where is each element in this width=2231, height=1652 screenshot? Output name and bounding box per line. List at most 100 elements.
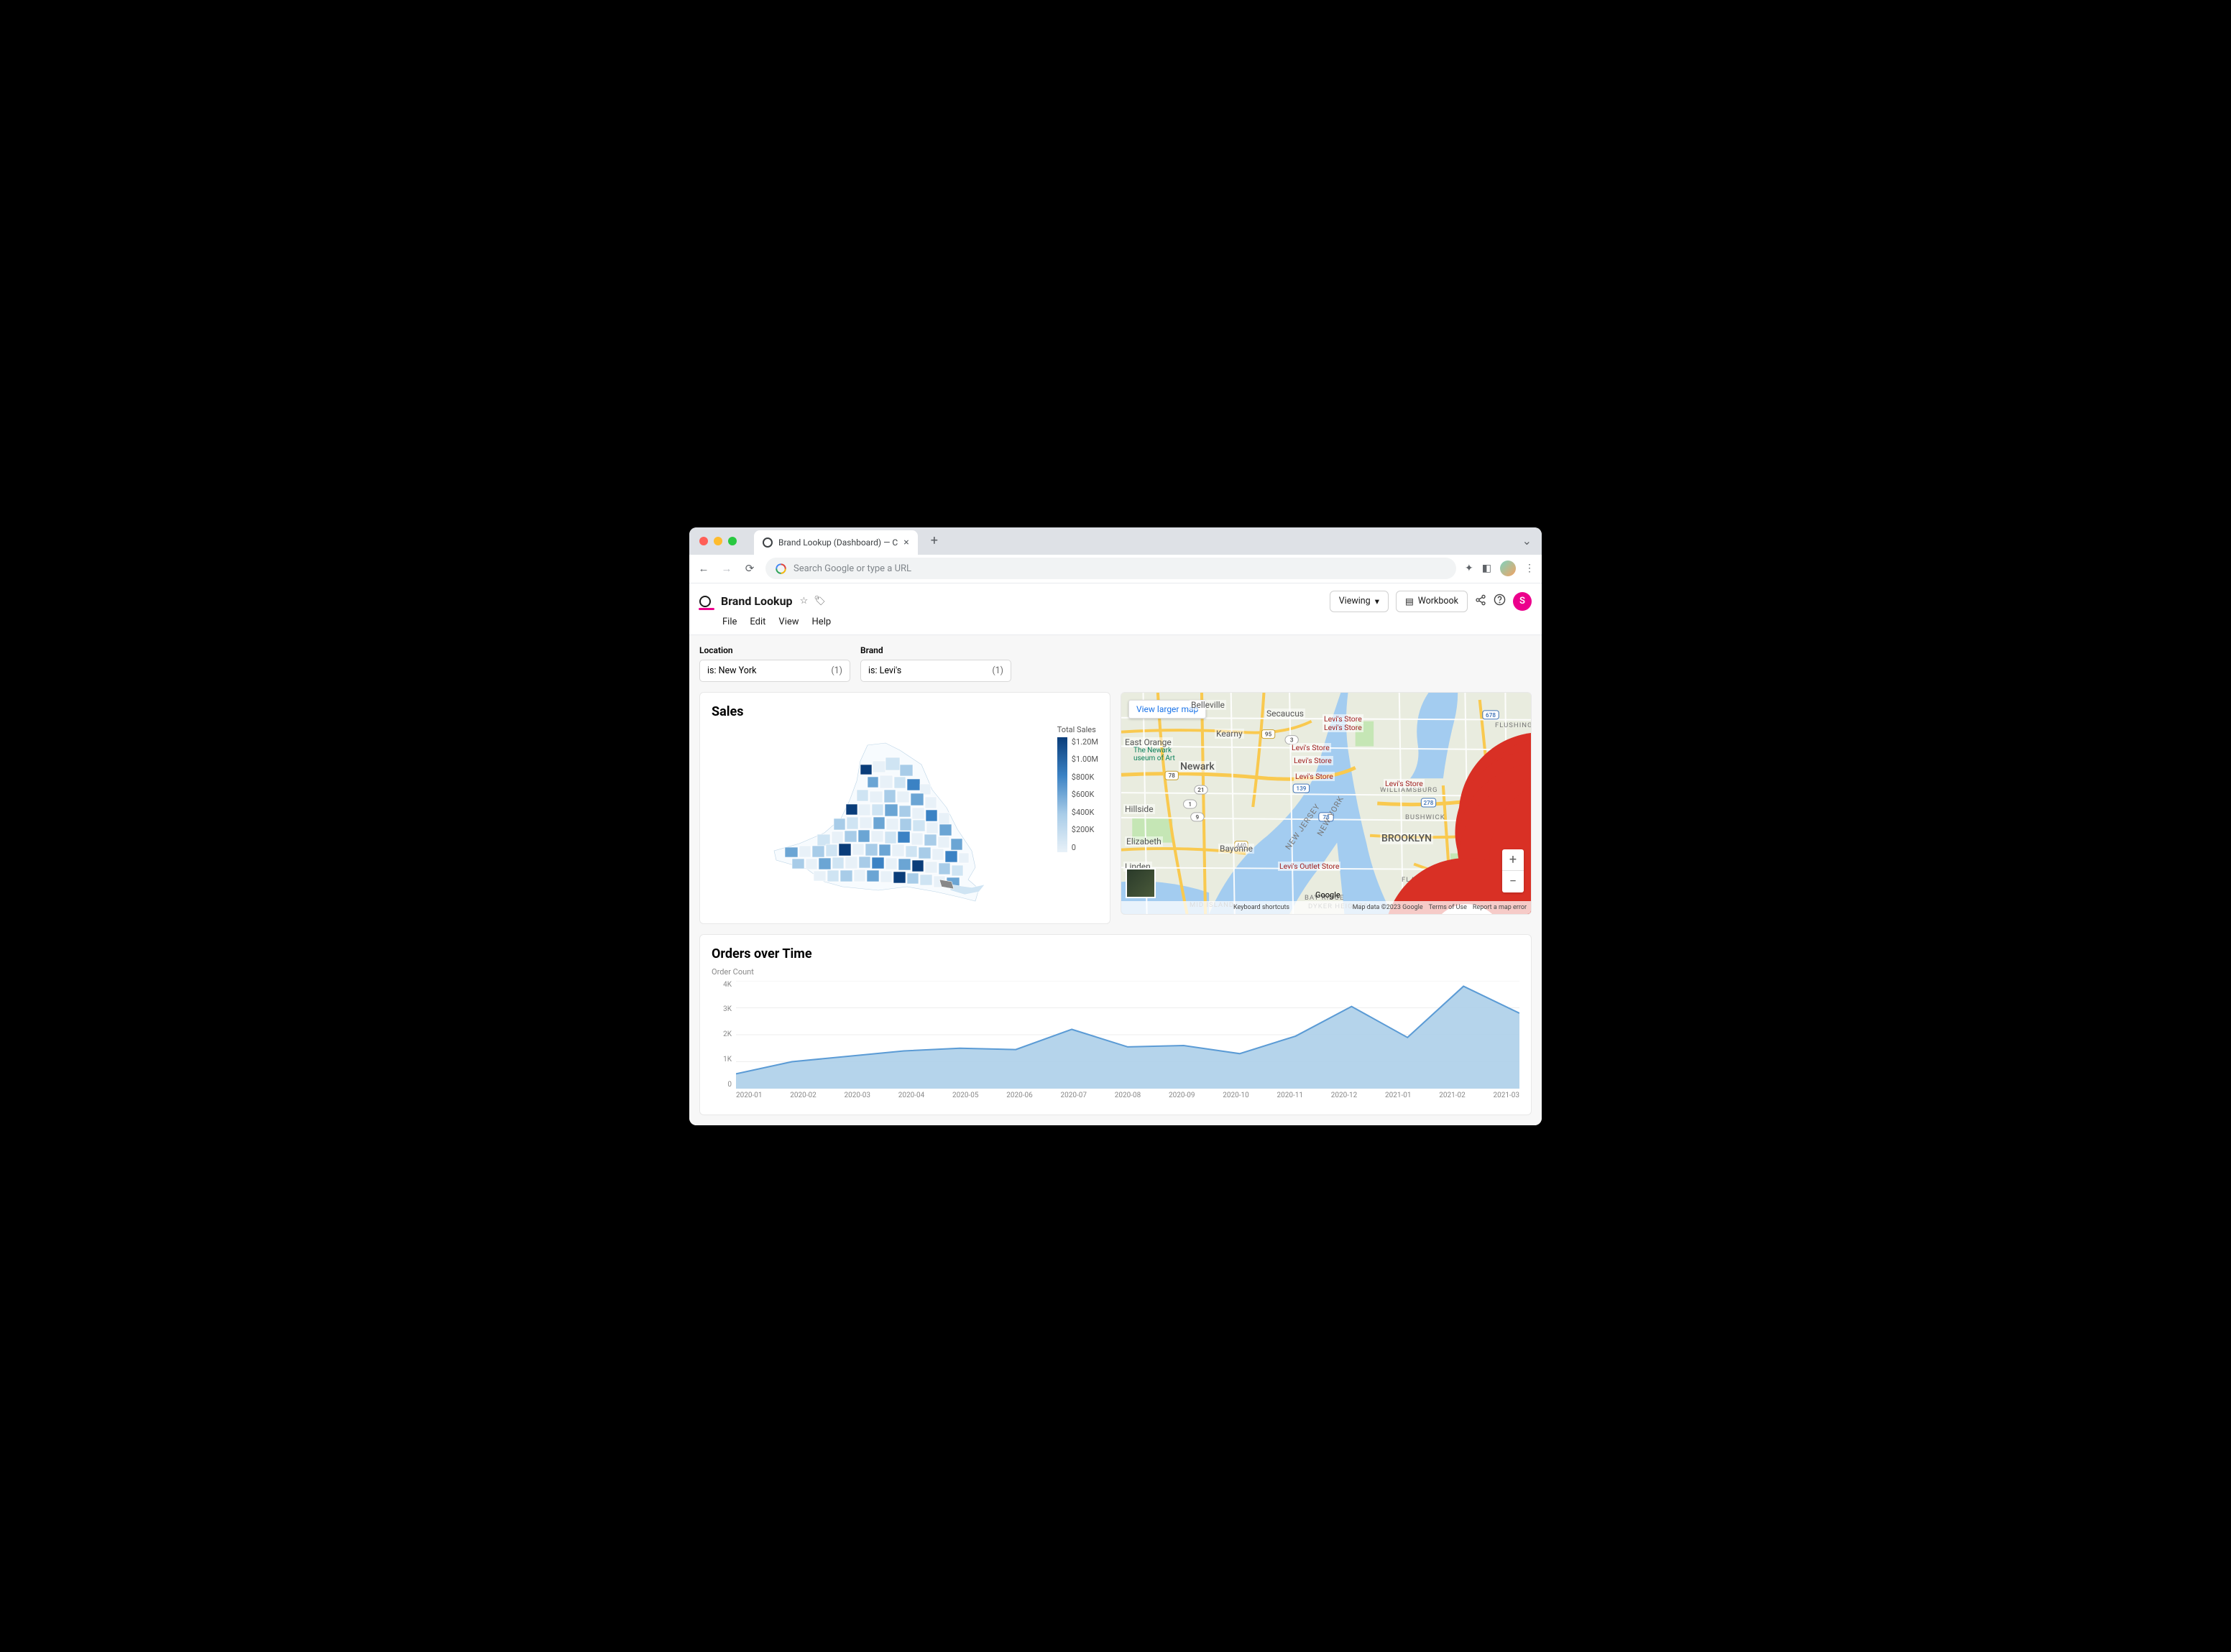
share-icon[interactable]: [1475, 594, 1486, 609]
map-terms-link[interactable]: Terms of Use: [1429, 904, 1467, 911]
sales-title: Sales: [712, 704, 1098, 719]
location-filter-value: is: New York: [707, 665, 756, 676]
brand-filter-count: (1): [992, 665, 1003, 676]
map-city-label: Secaucus: [1265, 709, 1305, 719]
help-icon[interactable]: [1494, 594, 1506, 609]
x-tick: 2020-01: [736, 1092, 762, 1103]
google-logo: Google: [1315, 890, 1340, 900]
orders-chart[interactable]: 4K 3K 2K 1K 0 2020-012020-022020-032020-…: [712, 981, 1519, 1103]
sales-panel: Sales: [699, 692, 1110, 924]
brand-filter-value: is: Levi's: [868, 665, 901, 676]
map-city-label: Newark: [1179, 761, 1216, 772]
map-store-label: Levi's Store: [1290, 743, 1331, 752]
chrome-menu-button[interactable]: ⋮: [1524, 563, 1535, 574]
extensions-icon[interactable]: ✦: [1465, 563, 1473, 574]
map-city-label: East Orange: [1123, 737, 1173, 747]
tag-icon[interactable]: 🏷: [814, 596, 826, 606]
brand-filter: Brand is: Levi's (1): [860, 645, 1011, 682]
app-logo-icon[interactable]: [699, 596, 711, 607]
x-tick: 2020-02: [790, 1092, 816, 1103]
menu-edit[interactable]: Edit: [750, 617, 765, 627]
map-store-label: Levi's Outlet Store: [1278, 862, 1340, 871]
zoom-in-button[interactable]: +: [1502, 849, 1524, 871]
legend-gradient: [1057, 737, 1067, 852]
map-store-label: Levi's Store: [1384, 779, 1425, 788]
map-attribution: Keyboard shortcuts Map data ©2023 Google…: [1121, 901, 1531, 914]
map-report-link[interactable]: Report a map error: [1473, 904, 1527, 911]
workbook-icon: ▤: [1405, 596, 1414, 607]
caret-down-icon: ▾: [1375, 596, 1379, 607]
map-zoom-controls: + −: [1502, 849, 1524, 892]
svg-text:1: 1: [1188, 801, 1192, 808]
chrome-toolbar: ← → ⟳ Search Google or type a URL ✦ ◧ ⋮: [689, 555, 1542, 583]
filters-row: Location is: New York (1) Brand is: Levi…: [699, 645, 1532, 682]
map-city-label: Kearny: [1215, 729, 1244, 739]
zoom-out-button[interactable]: −: [1502, 871, 1524, 892]
menu-view[interactable]: View: [778, 617, 799, 627]
legend-tick: $1.00M: [1072, 755, 1098, 764]
reload-button[interactable]: ⟳: [742, 562, 757, 575]
legend-tick: $600K: [1072, 790, 1098, 799]
map-store-label: Levi's Store: [1322, 723, 1363, 732]
dashboard-body: Location is: New York (1) Brand is: Levi…: [689, 635, 1542, 1125]
orders-panel: Orders over Time Order Count 4K 3K 2K 1K…: [699, 934, 1532, 1115]
map-data-attribution: Map data ©2023 Google: [1353, 904, 1423, 911]
map-poi-label: The Newark useum of Art: [1132, 747, 1177, 762]
legend-tick: $200K: [1072, 825, 1098, 834]
chrome-profile-icon[interactable]: [1500, 560, 1516, 576]
window-close-button[interactable]: [699, 537, 708, 545]
window-minimize-button[interactable]: [714, 537, 722, 545]
x-axis-ticks: 2020-012020-022020-032020-042020-052020-…: [736, 1092, 1519, 1103]
tab-overflow-button[interactable]: ⌄: [1522, 534, 1532, 548]
browser-tab[interactable]: Brand Lookup (Dashboard) — C ×: [754, 530, 918, 555]
legend-tick: 0: [1072, 843, 1098, 852]
page-title: Brand Lookup: [721, 594, 793, 608]
svg-text:21: 21: [1197, 787, 1204, 793]
x-tick: 2021-02: [1439, 1092, 1465, 1103]
favorite-star-icon[interactable]: ☆: [800, 596, 809, 606]
app-menu-bar: File Edit View Help: [689, 612, 1542, 635]
sales-choropleth-map[interactable]: [712, 725, 1046, 912]
location-filter-input[interactable]: is: New York (1): [699, 660, 850, 682]
y-tick: 2K: [712, 1030, 732, 1038]
location-filter: Location is: New York (1): [699, 645, 850, 682]
x-tick: 2020-10: [1223, 1092, 1248, 1103]
forward-button[interactable]: →: [719, 562, 734, 575]
x-tick: 2020-06: [1006, 1092, 1032, 1103]
map-keyboard-shortcuts[interactable]: Keyboard shortcuts: [1233, 904, 1289, 911]
svg-text:95: 95: [1265, 731, 1272, 737]
legend-tick: $1.20M: [1072, 737, 1098, 747]
y-tick: 4K: [712, 981, 732, 989]
menu-file[interactable]: File: [722, 617, 737, 627]
browser-window: Brand Lookup (Dashboard) — C × + ⌄ ← → ⟳…: [689, 527, 1542, 1125]
back-button[interactable]: ←: [696, 562, 711, 575]
chrome-tab-strip: Brand Lookup (Dashboard) — C × + ⌄: [689, 527, 1542, 555]
satellite-toggle[interactable]: [1126, 868, 1156, 898]
y-tick: 0: [712, 1081, 732, 1089]
viewing-mode-button[interactable]: Viewing ▾: [1330, 591, 1389, 612]
x-tick: 2021-01: [1385, 1092, 1411, 1103]
side-panel-icon[interactable]: ◧: [1482, 563, 1491, 574]
svg-text:9: 9: [1196, 813, 1200, 820]
location-filter-count: (1): [831, 665, 842, 676]
window-zoom-button[interactable]: [728, 537, 737, 545]
map-store-label: Levi's Store: [1294, 772, 1335, 781]
workbook-button[interactable]: ▤ Workbook: [1396, 591, 1468, 612]
legend-title: Total Sales: [1057, 725, 1098, 734]
map-city-label: Elizabeth: [1125, 836, 1163, 846]
legend-tick: $400K: [1072, 808, 1098, 817]
address-bar[interactable]: Search Google or type a URL: [765, 558, 1456, 579]
legend-tick: $800K: [1072, 772, 1098, 782]
avatar-letter: S: [1519, 596, 1525, 606]
map-city-label: Bayonne: [1218, 844, 1254, 854]
new-tab-button[interactable]: +: [931, 533, 938, 548]
x-tick: 2020-12: [1331, 1092, 1357, 1103]
tab-close-button[interactable]: ×: [903, 537, 908, 548]
google-map[interactable]: 78 21 440 1 9 95 3 278 78 678 139: [1121, 693, 1531, 914]
map-store-label: Levi's Store: [1292, 756, 1333, 765]
user-avatar[interactable]: S: [1513, 592, 1532, 611]
menu-help[interactable]: Help: [812, 617, 832, 627]
app-header: Brand Lookup ☆ 🏷 Viewing ▾ ▤ Workbook S: [689, 583, 1542, 612]
location-filter-label: Location: [699, 645, 850, 655]
brand-filter-input[interactable]: is: Levi's (1): [860, 660, 1011, 682]
